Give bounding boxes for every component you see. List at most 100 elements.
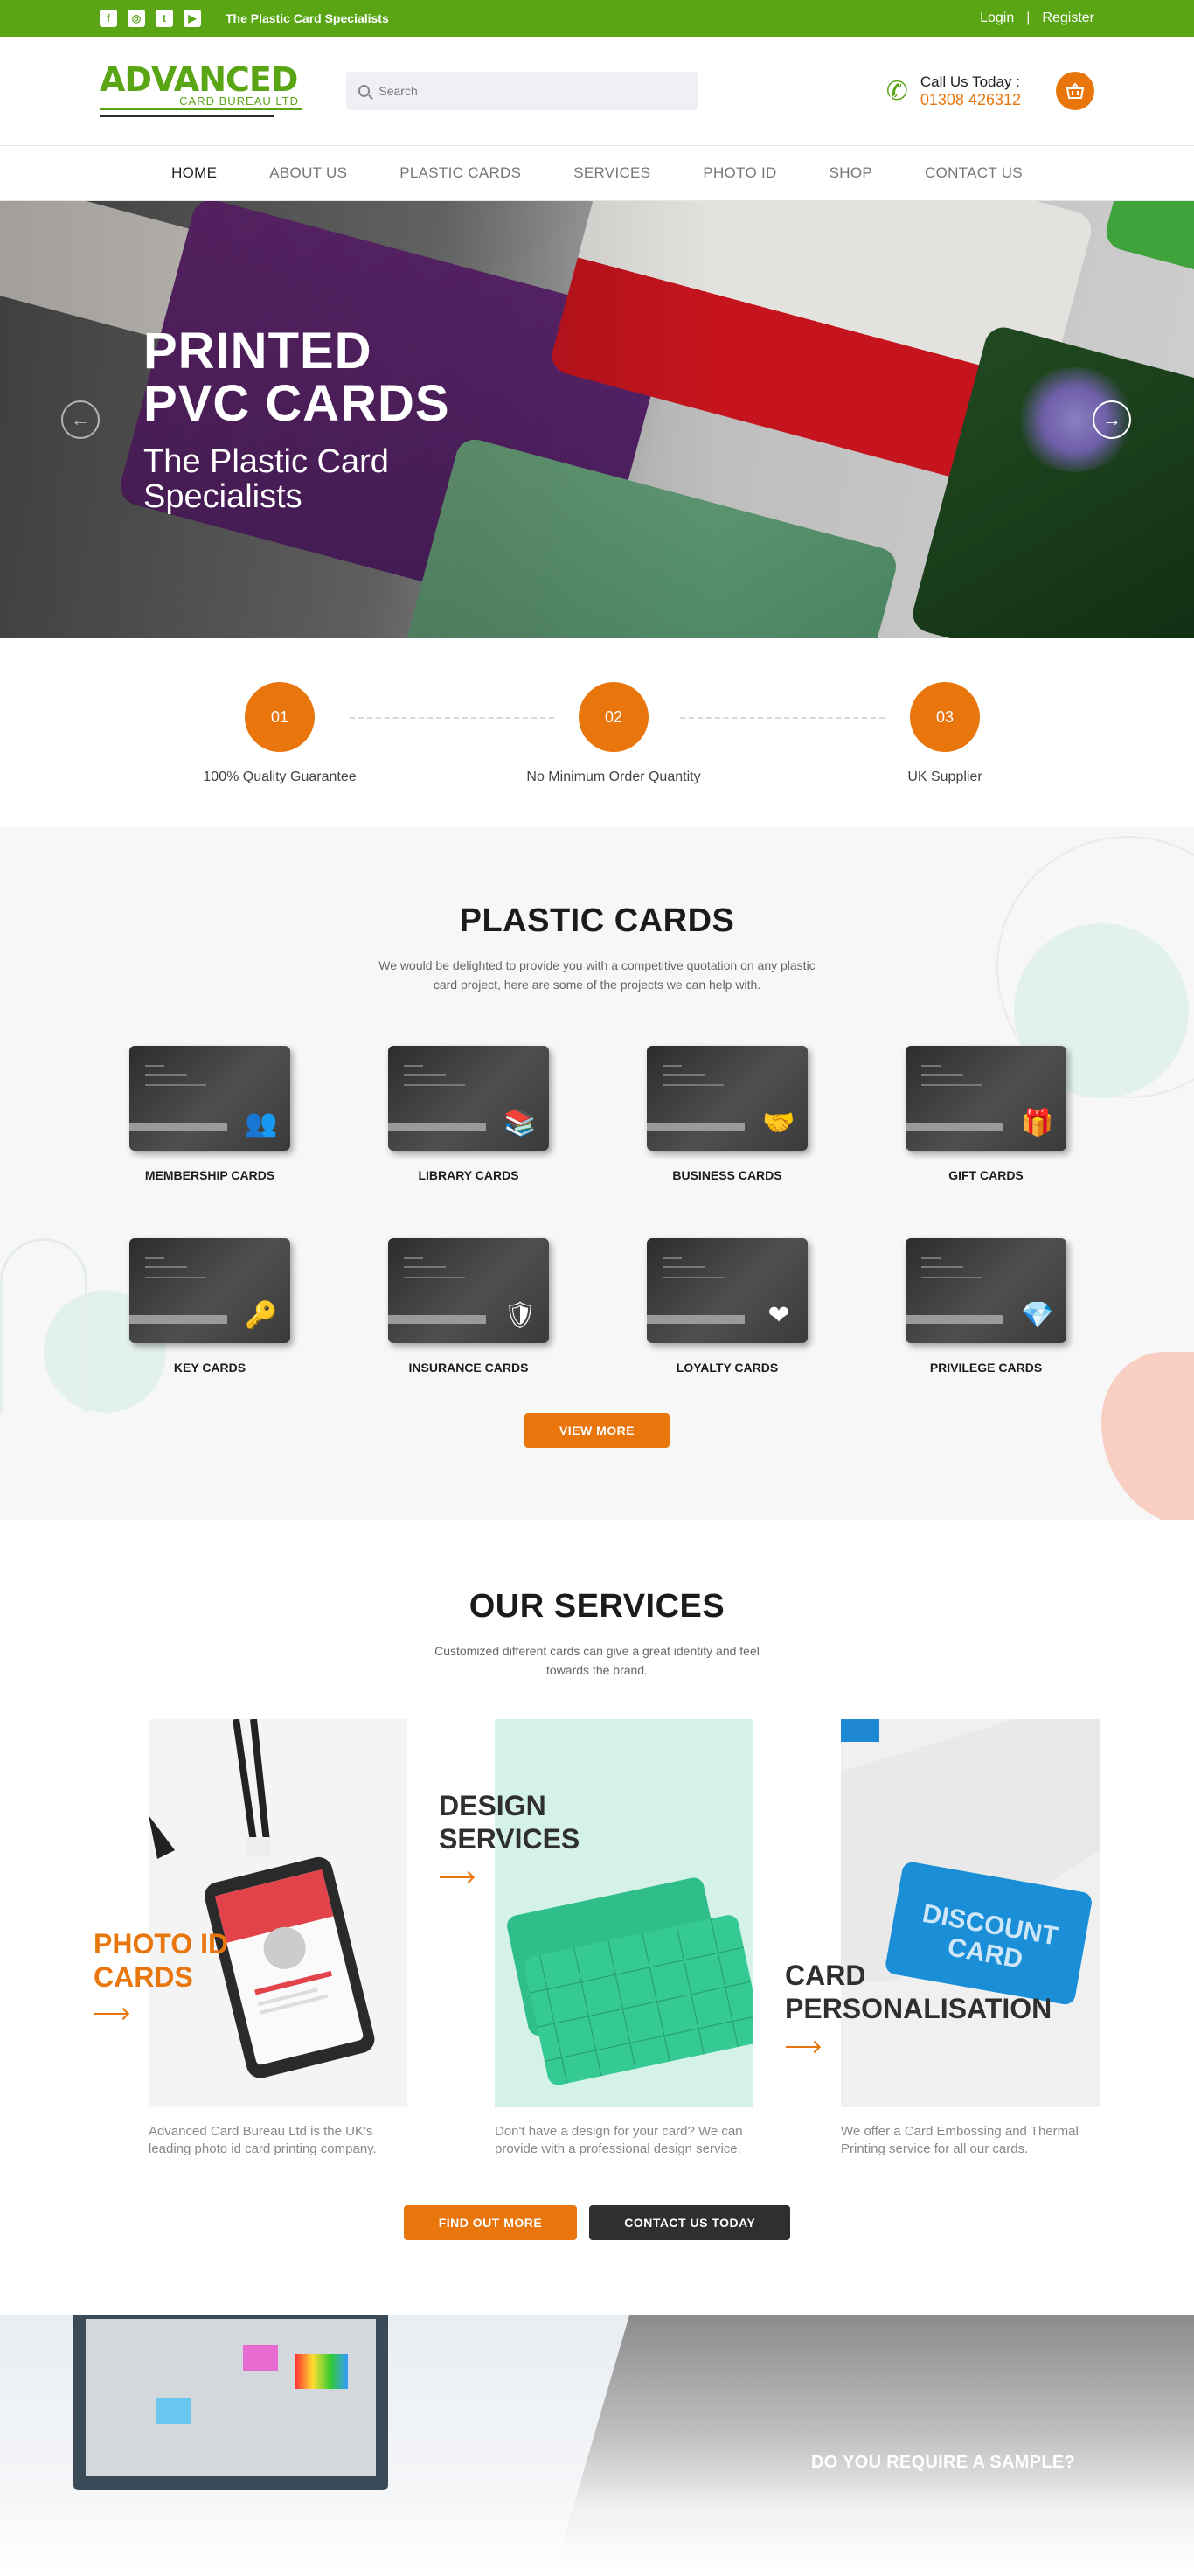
sample-banner-image bbox=[0, 2315, 629, 2573]
photo-id-image[interactable] bbox=[149, 1718, 407, 2107]
hero-subtitle: The Plastic Card Specialists bbox=[143, 443, 389, 515]
main-nav: HOME ABOUT US PLASTIC CARDS SERVICES PHO… bbox=[0, 145, 1194, 201]
card-item-label: BUSINESS CARDS bbox=[672, 1168, 782, 1182]
card-thumbnail: 🛡 bbox=[388, 1238, 549, 1343]
nav-plastic-cards[interactable]: PLASTIC CARDS bbox=[373, 164, 547, 182]
call-box: ✆ Call Us Today : 01308 426312 bbox=[886, 73, 1021, 109]
diamond-icon: 💎 bbox=[1021, 1300, 1054, 1330]
search-input[interactable] bbox=[378, 84, 685, 98]
nav-home[interactable]: HOME bbox=[145, 164, 243, 182]
gift-icon: 🎁 bbox=[1021, 1108, 1054, 1138]
monitor-image bbox=[73, 2315, 388, 2490]
shield-icon: 🛡 bbox=[503, 1300, 538, 1330]
step-label: UK Supplier bbox=[907, 769, 982, 784]
card-item-privilege[interactable]: 💎 PRIVILEGE CARDS bbox=[906, 1238, 1066, 1375]
find-out-more-button[interactable]: FIND OUT MORE bbox=[403, 2205, 578, 2240]
step-number: 01 bbox=[245, 682, 315, 752]
logo-main: ADVANCED bbox=[100, 60, 298, 99]
step-label: 100% Quality Guarantee bbox=[203, 769, 357, 784]
plastic-cards-description: We would be delighted to provide you wit… bbox=[378, 958, 816, 992]
hero-title-line2: PVC CARDS bbox=[143, 375, 450, 432]
hero-title: PRINTED PVC CARDS bbox=[143, 325, 450, 430]
card-item-label: KEY CARDS bbox=[173, 1361, 246, 1375]
design-services-title[interactable]: DESIGN SERVICES bbox=[439, 1789, 631, 1855]
call-label: Call Us Today : bbox=[920, 73, 1020, 90]
card-personalisation-description: We offer a Card Embossing and Thermal Pr… bbox=[841, 2124, 1079, 2156]
services-description: Customized different cards can give a gr… bbox=[434, 1644, 760, 1677]
card-item-label: PRIVILEGE CARDS bbox=[929, 1361, 1043, 1375]
arrow-right-icon bbox=[786, 2046, 819, 2048]
card-thumbnail: 🤝 bbox=[647, 1046, 808, 1151]
photo-id-title[interactable]: PHOTO ID CARDS bbox=[94, 1927, 268, 1994]
hero-slider: PRINTED PVC CARDS The Plastic Card Speci… bbox=[0, 201, 1194, 638]
card-item-key[interactable]: 🔑 KEY CARDS bbox=[129, 1238, 290, 1375]
card-thumbnail: 🎁 bbox=[906, 1046, 1066, 1151]
nav-contact-us[interactable]: CONTACT US bbox=[899, 164, 1049, 182]
arrow-right-icon bbox=[440, 1876, 473, 1878]
register-link[interactable]: Register bbox=[1042, 10, 1094, 26]
twitter-icon[interactable]: t bbox=[156, 10, 173, 27]
step-number: 03 bbox=[910, 682, 980, 752]
design-services-description: Don't have a design for your card? We ca… bbox=[495, 2124, 743, 2156]
nav-shop[interactable]: SHOP bbox=[803, 164, 899, 182]
key-icon: 🔑 bbox=[245, 1300, 278, 1330]
hero-title-line1: PRINTED bbox=[143, 323, 372, 379]
facebook-icon[interactable]: f bbox=[100, 10, 117, 27]
step-number: 02 bbox=[579, 682, 649, 752]
card-personalisation-title[interactable]: CARD PERSONALISATION bbox=[785, 1959, 1052, 2025]
site-header: ADVANCED CARD BUREAU LTD ✆ Call Us Today… bbox=[0, 37, 1194, 145]
handshake-icon: 🤝 bbox=[762, 1108, 795, 1138]
users-icon: 👥 bbox=[245, 1108, 278, 1138]
services-title: OUR SERVICES bbox=[469, 1588, 725, 1625]
books-icon: 📚 bbox=[503, 1108, 537, 1138]
youtube-icon[interactable]: ▶ bbox=[184, 10, 201, 27]
tagline: The Plastic Card Specialists bbox=[226, 11, 389, 25]
step-label: No Minimum Order Quantity bbox=[526, 769, 701, 784]
features-steps: 01 100% Quality Guarantee 02 No Minimum … bbox=[0, 638, 1194, 827]
nav-services[interactable]: SERVICES bbox=[547, 164, 677, 182]
card-thumbnail: 💎 bbox=[906, 1238, 1066, 1343]
card-item-loyalty[interactable]: ❤ LOYALTY CARDS bbox=[647, 1238, 808, 1375]
card-item-insurance[interactable]: 🛡 INSURANCE CARDS bbox=[388, 1238, 549, 1375]
services-section: OUR SERVICES Customized different cards … bbox=[0, 1520, 1194, 2315]
sample-banner: DO YOU REQUIRE A SAMPLE? bbox=[0, 2315, 1194, 2573]
plastic-cards-section: PLASTIC CARDS We would be delighted to p… bbox=[0, 827, 1194, 1520]
phone-icon: ✆ bbox=[885, 76, 908, 106]
slider-next-icon[interactable]: → bbox=[1093, 400, 1131, 439]
card-item-label: MEMBERSHIP CARDS bbox=[144, 1168, 275, 1182]
auth-separator: | bbox=[1026, 10, 1031, 25]
step-item: 01 100% Quality Guarantee bbox=[166, 682, 393, 785]
step-item: 03 UK Supplier bbox=[831, 682, 1059, 785]
design-services-image[interactable] bbox=[495, 1719, 762, 2107]
search-box[interactable] bbox=[346, 72, 698, 110]
card-personalisation-image[interactable]: DISCOUNT CARD bbox=[841, 1719, 1100, 2107]
card-item-gift[interactable]: 🎁 GIFT CARDS bbox=[906, 1046, 1066, 1182]
instagram-icon[interactable]: ◎ bbox=[128, 10, 145, 27]
logo[interactable]: ADVANCED CARD BUREAU LTD bbox=[100, 60, 302, 117]
sample-title: DO YOU REQUIRE A SAMPLE? bbox=[811, 2453, 1076, 2472]
card-item-label: LIBRARY CARDS bbox=[418, 1168, 519, 1182]
photo-id-description: Advanced Card Bureau Ltd is the UK's lea… bbox=[149, 2124, 377, 2156]
card-thumbnail: 🔑 bbox=[129, 1238, 290, 1343]
card-thumbnail: 👥 bbox=[129, 1046, 290, 1151]
card-thumbnail: ❤ bbox=[647, 1238, 808, 1343]
login-link[interactable]: Login bbox=[980, 10, 1014, 26]
card-item-label: INSURANCE CARDS bbox=[408, 1361, 529, 1375]
nav-photo-id[interactable]: PHOTO ID bbox=[677, 164, 802, 182]
cart-icon[interactable] bbox=[1056, 72, 1094, 110]
card-item-label: LOYALTY CARDS bbox=[676, 1361, 779, 1375]
card-item-membership[interactable]: 👥 MEMBERSHIP CARDS bbox=[129, 1046, 290, 1182]
view-more-button[interactable]: VIEW MORE bbox=[524, 1413, 670, 1448]
nav-about-us[interactable]: ABOUT US bbox=[243, 164, 373, 182]
slider-prev-icon[interactable]: ← bbox=[61, 400, 100, 439]
card-thumbnail: 📚 bbox=[388, 1046, 549, 1151]
arrow-right-icon bbox=[94, 2013, 128, 2015]
plastic-cards-grid: 👥 MEMBERSHIP CARDS 📚 LIBRARY CARDS 🤝 BUS… bbox=[129, 1046, 1066, 1375]
card-item-library[interactable]: 📚 LIBRARY CARDS bbox=[388, 1046, 549, 1182]
card-item-business[interactable]: 🤝 BUSINESS CARDS bbox=[647, 1046, 808, 1182]
contact-us-today-button[interactable]: CONTACT US TODAY bbox=[589, 2205, 791, 2240]
step-item: 02 No Minimum Order Quantity bbox=[500, 682, 727, 785]
decorative-arch bbox=[0, 1238, 87, 1413]
heart-hand-icon: ❤ bbox=[767, 1300, 790, 1330]
call-number[interactable]: 01308 426312 bbox=[920, 91, 1021, 109]
